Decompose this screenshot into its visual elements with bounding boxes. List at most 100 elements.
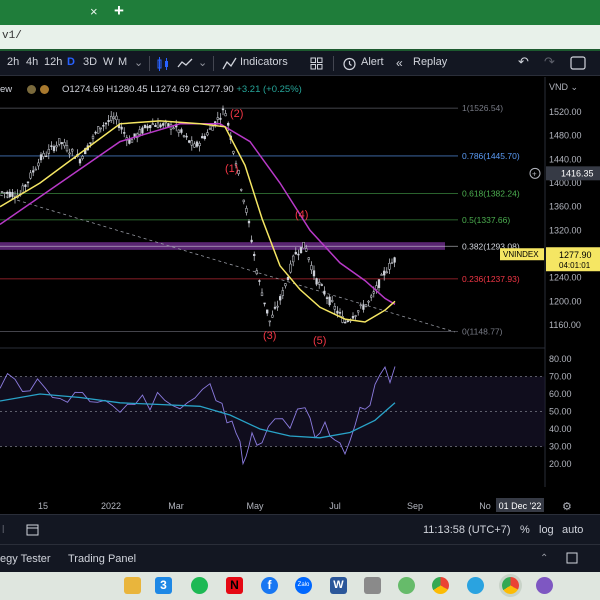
candles-type-icon[interactable] xyxy=(156,57,170,71)
candle xyxy=(198,143,201,147)
spotify-icon[interactable] xyxy=(191,577,208,594)
osc-tick-label: 20.00 xyxy=(549,459,572,469)
candle xyxy=(312,270,316,277)
address-bar[interactable]: v1/ xyxy=(0,25,600,49)
candle xyxy=(71,149,74,152)
percent-toggle[interactable]: % xyxy=(520,524,530,536)
candle xyxy=(55,145,58,148)
candle xyxy=(305,248,308,252)
price-tick-label: 1160.00 xyxy=(549,320,581,330)
candle xyxy=(315,278,318,285)
word-icon[interactable]: W xyxy=(330,577,347,594)
interval-12h-button[interactable]: 12h xyxy=(44,56,62,68)
indicators-button[interactable]: Indicators xyxy=(240,56,288,68)
wave-label: (4) xyxy=(295,209,308,221)
layout-window-icon[interactable] xyxy=(570,56,586,70)
time-tick-label: Mar xyxy=(168,501,184,511)
osc-tick-label: 80.00 xyxy=(549,354,572,364)
app-3-icon[interactable]: 3 xyxy=(155,577,172,594)
interval-w-button[interactable]: W xyxy=(103,56,113,68)
candle xyxy=(190,140,193,146)
candle xyxy=(279,296,282,301)
zalo-icon[interactable]: Zalo xyxy=(295,577,312,594)
candle xyxy=(107,120,110,122)
price-tick-label: 1240.00 xyxy=(549,273,582,283)
close-tab-icon[interactable]: × xyxy=(90,4,98,19)
candle xyxy=(380,274,383,276)
candle xyxy=(273,306,277,309)
interval-m-button[interactable]: M xyxy=(118,56,127,68)
candle xyxy=(110,116,113,121)
replay-icon[interactable]: « xyxy=(396,56,403,70)
time-tick-label: 2022 xyxy=(101,501,121,511)
candle xyxy=(182,135,186,137)
indicators-icon[interactable] xyxy=(222,57,237,70)
chart-area[interactable]: 1(1526.54) 0.786(1445.70) 0.618(1382.24) 0.… xyxy=(0,77,600,514)
candle xyxy=(216,117,219,120)
redo-icon[interactable]: ↷ xyxy=(544,54,555,70)
chart-canvas[interactable]: 1(1526.54) 0.786(1445.70) 0.618(1382.24) 0.… xyxy=(0,77,600,514)
candle xyxy=(201,136,204,139)
go-to-date-icon[interactable] xyxy=(26,523,39,536)
fib-level-label: 0.786(1445.70) xyxy=(462,151,520,161)
file-explorer-icon[interactable] xyxy=(124,577,141,594)
netflix-icon[interactable]: N xyxy=(226,577,243,594)
candle xyxy=(65,145,69,152)
collapse-panel-icon[interactable]: ⌃ xyxy=(540,553,548,564)
candle xyxy=(281,290,284,296)
app-icon[interactable] xyxy=(364,577,381,594)
change-value: +3.21 (+0.25%) xyxy=(236,84,302,95)
candle xyxy=(263,302,266,305)
facebook-icon[interactable]: f xyxy=(261,577,278,594)
log-toggle[interactable]: log xyxy=(539,524,554,536)
interval-d-button[interactable]: D xyxy=(67,56,75,68)
candle xyxy=(221,108,225,111)
candle xyxy=(318,281,321,285)
maximize-panel-icon[interactable] xyxy=(566,552,578,564)
chrome-active-icon[interactable] xyxy=(502,577,519,594)
candle xyxy=(130,139,134,143)
interval-4h-button[interactable]: 4h xyxy=(26,56,38,68)
candle xyxy=(141,127,144,134)
candle xyxy=(3,192,6,194)
app-icon[interactable] xyxy=(398,577,415,594)
undo-icon[interactable]: ↶ xyxy=(518,54,529,70)
alert-clock-icon[interactable] xyxy=(342,56,357,71)
candle xyxy=(390,262,394,264)
candle xyxy=(8,191,11,198)
line-type-icon[interactable] xyxy=(177,57,193,69)
crosshair-price-text: 1416.35 xyxy=(561,168,594,178)
time-tick-label: 15 xyxy=(38,501,48,511)
tab-trading-panel[interactable]: Trading Panel xyxy=(68,553,136,565)
candle xyxy=(232,151,235,154)
time-tick-label: Sep xyxy=(407,501,423,511)
candle xyxy=(268,320,271,323)
layouts-icon[interactable] xyxy=(310,57,323,70)
candle xyxy=(346,320,349,322)
tab-strategy-tester[interactable]: egy Tester xyxy=(0,553,51,565)
app-icon[interactable] xyxy=(536,577,553,594)
candle xyxy=(302,241,305,249)
chrome-icon[interactable] xyxy=(432,577,449,594)
settings-gear-icon: ⚙ xyxy=(562,501,572,513)
candle xyxy=(377,279,381,288)
interval-dropdown-icon[interactable]: ⌄ xyxy=(134,56,143,69)
candle xyxy=(203,135,206,139)
add-alert-plus: + xyxy=(532,169,537,178)
interval-2h-button[interactable]: 2h xyxy=(7,56,19,68)
interval-3d-button[interactable]: 3D xyxy=(83,56,97,68)
alert-button[interactable]: Alert xyxy=(361,56,384,68)
chart-type-dropdown-icon[interactable]: ⌄ xyxy=(198,56,207,69)
candle xyxy=(260,292,264,296)
auto-toggle[interactable]: auto xyxy=(562,524,583,536)
replay-button[interactable]: Replay xyxy=(413,56,447,68)
url-text[interactable]: v1/ xyxy=(2,30,22,42)
ohlc-values: O1274.69 H1280.45 L1274.69 C1277.90 +3.2… xyxy=(62,84,302,95)
telegram-icon[interactable] xyxy=(467,577,484,594)
candle xyxy=(138,129,141,135)
price-tick-label: 1360.00 xyxy=(549,202,582,212)
clock-timezone[interactable]: 11:13:58 (UTC+7) xyxy=(423,524,511,536)
new-tab-button[interactable]: + xyxy=(114,1,124,21)
candle xyxy=(266,309,269,314)
candle xyxy=(52,146,56,152)
